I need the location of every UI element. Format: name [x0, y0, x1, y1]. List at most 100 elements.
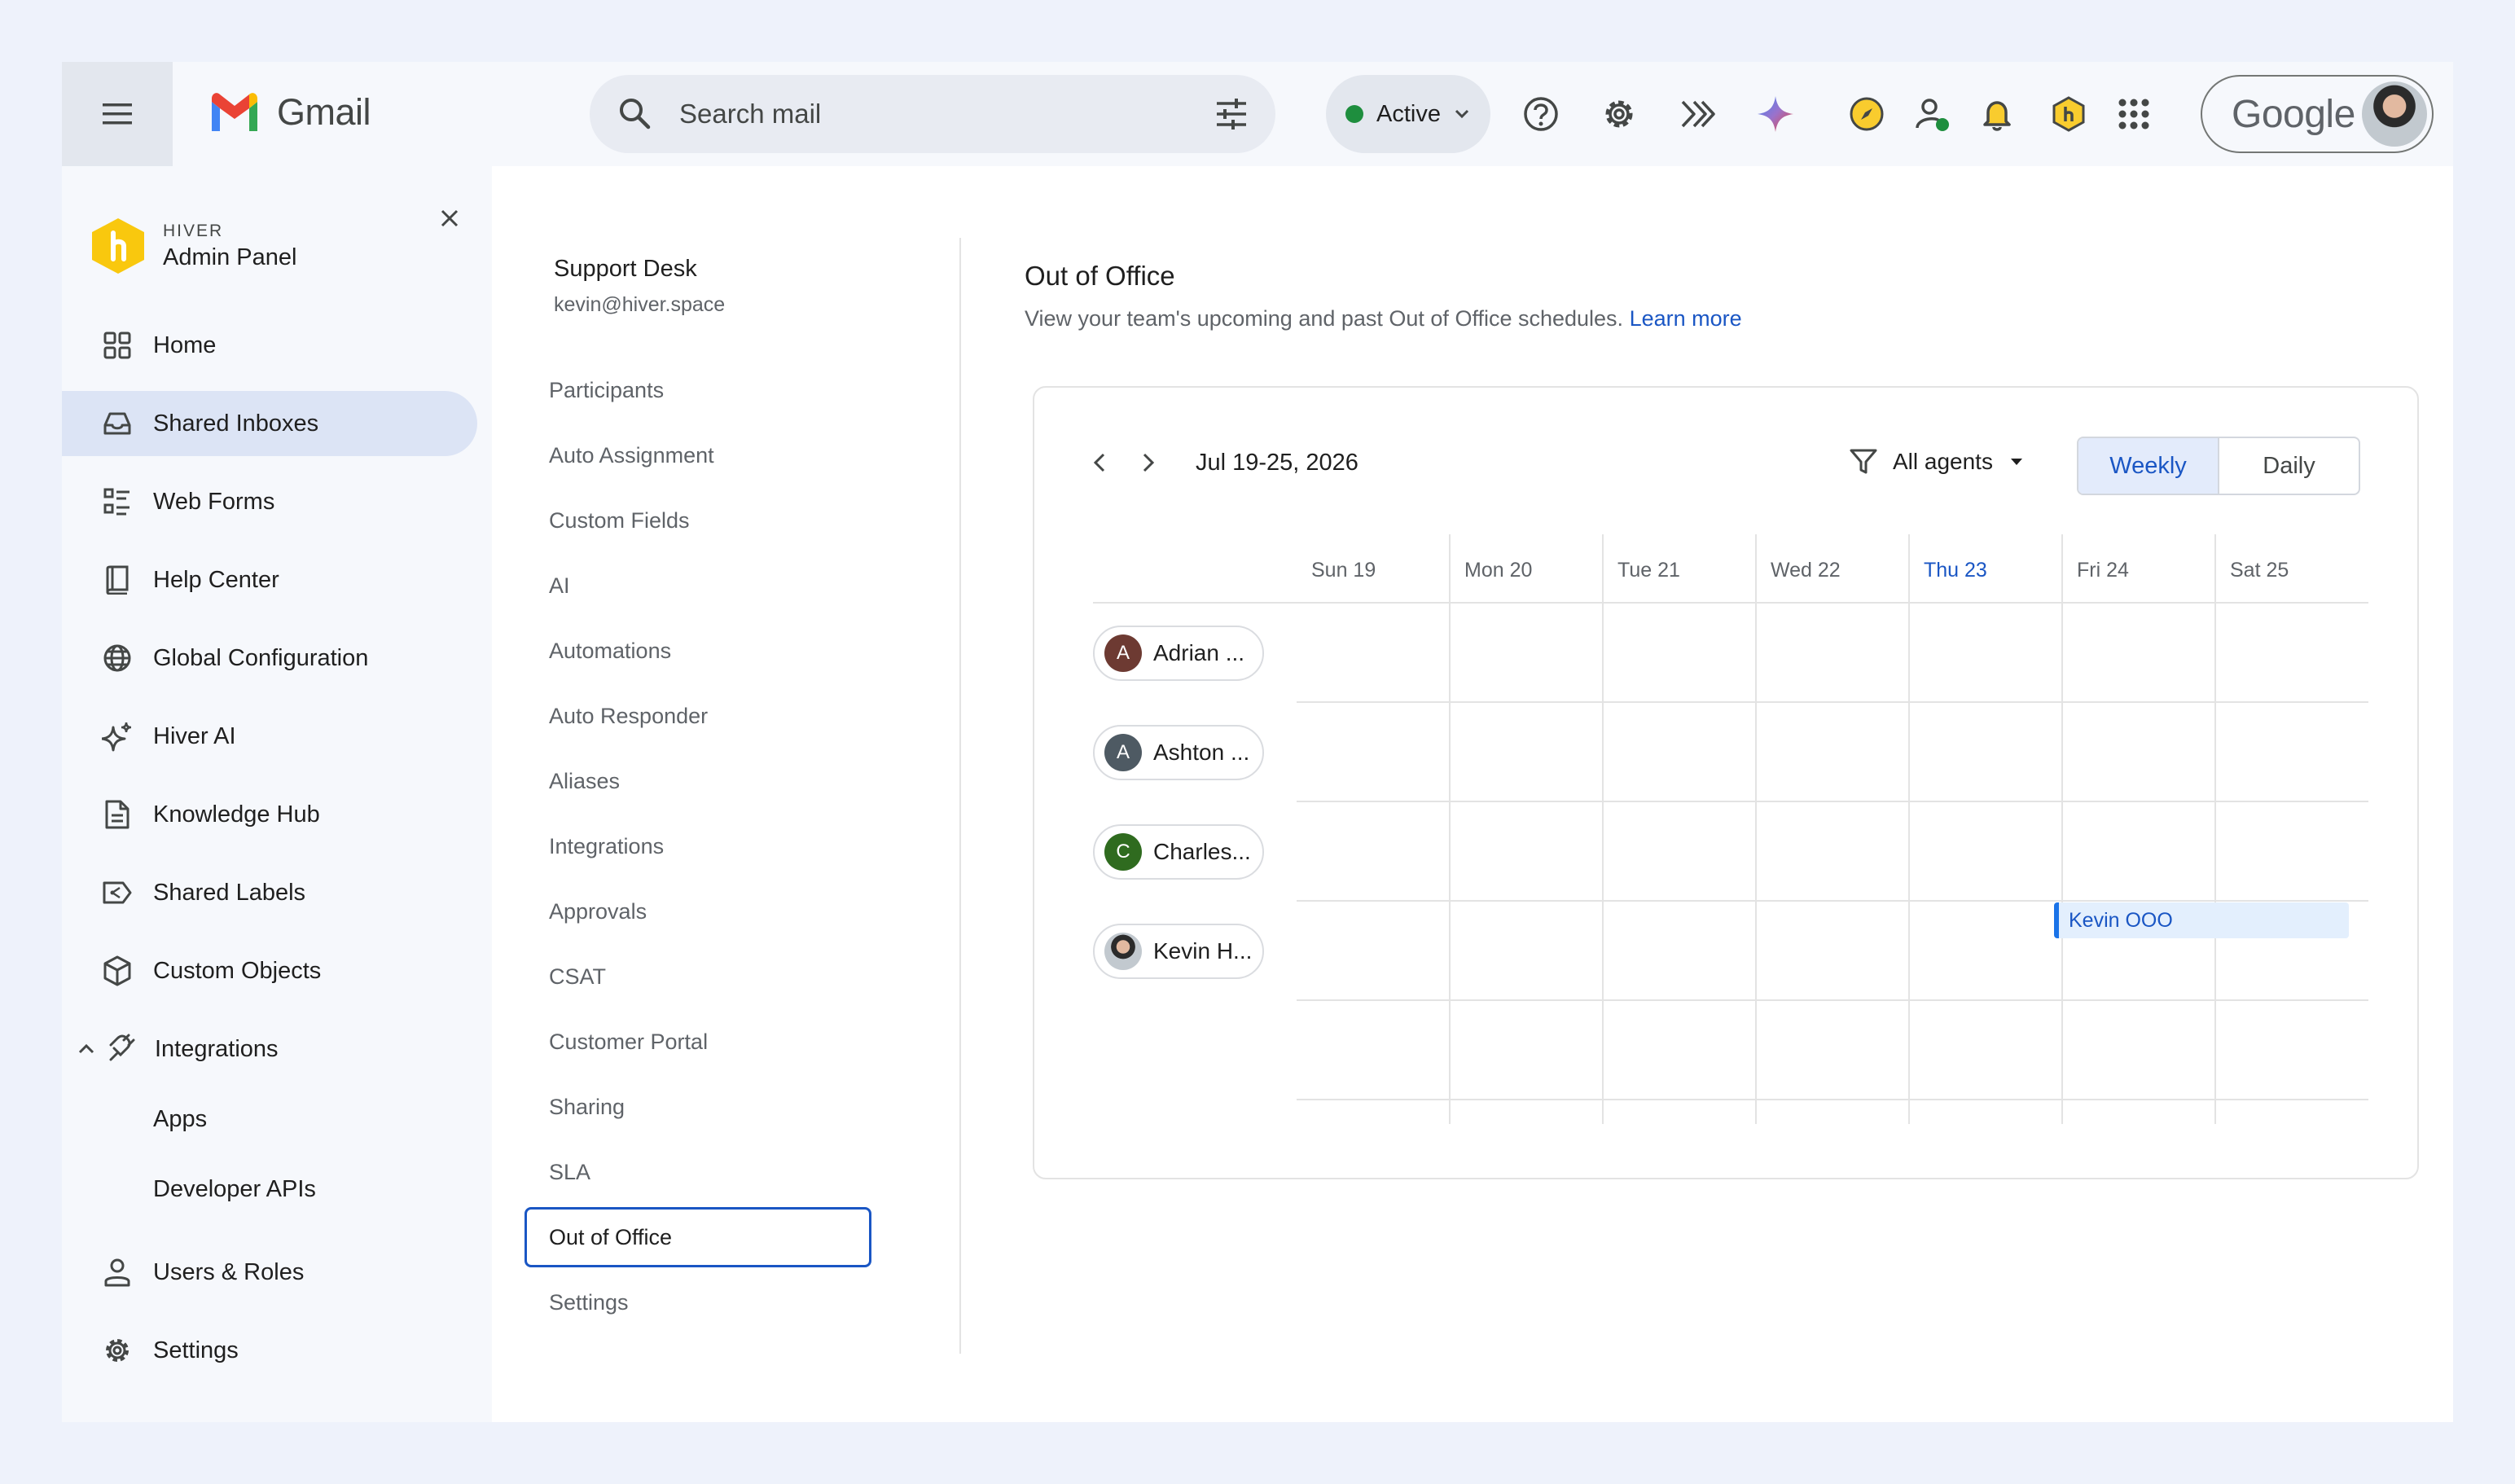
search-options-icon[interactable] — [1214, 96, 1249, 132]
sidebar-item-label: Users & Roles — [153, 1258, 305, 1285]
sidebar-item-integrations[interactable]: Integrations — [62, 1016, 477, 1082]
inbox-menu-sharing[interactable]: Sharing — [525, 1077, 871, 1137]
sidebar-item-global-configuration[interactable]: Global Configuration — [62, 626, 477, 691]
inbox-menu-participants[interactable]: Participants — [525, 360, 871, 420]
document-icon — [101, 798, 134, 831]
sidebar-item-help-center[interactable]: Help Center — [62, 547, 477, 612]
help-icon[interactable] — [1521, 94, 1560, 134]
agent-chip[interactable]: C Charles... — [1093, 824, 1264, 880]
sidebar-item-apps[interactable]: Apps — [62, 1087, 477, 1152]
sidebar-item-users-roles[interactable]: Users & Roles — [62, 1240, 477, 1305]
compass-icon[interactable] — [1847, 94, 1886, 134]
daily-view-button[interactable]: Daily — [2219, 438, 2359, 494]
learn-more-link[interactable]: Learn more — [1630, 306, 1742, 331]
day-header: Thu 23 — [1924, 559, 1987, 582]
weekly-view-button[interactable]: Weekly — [2078, 438, 2219, 494]
chevron-down-icon — [1455, 109, 1469, 119]
sidebar-item-custom-objects[interactable]: Custom Objects — [62, 938, 477, 1003]
gmail-logo[interactable]: Gmail — [208, 91, 371, 134]
close-icon — [441, 209, 459, 227]
agent-filter-dropdown[interactable]: All agents — [1849, 448, 2026, 476]
inbox-menu-sla[interactable]: SLA — [525, 1142, 871, 1202]
status-label: Active — [1376, 100, 1441, 127]
apps-grid-icon[interactable] — [2114, 94, 2153, 134]
search-icon[interactable] — [616, 94, 653, 132]
inbox-email: kevin@hiver.space — [554, 293, 726, 316]
gmail-m-icon — [212, 93, 257, 131]
google-wordmark: Google — [2232, 92, 2355, 136]
account-avatar[interactable] — [2362, 81, 2427, 147]
user-icon — [101, 1256, 134, 1289]
settings-gear-icon[interactable] — [1600, 94, 1639, 134]
section-divider — [959, 238, 961, 1354]
inbox-menu-integrations[interactable]: Integrations — [525, 816, 871, 876]
sidebar-item-shared-labels[interactable]: Shared Labels — [62, 860, 477, 925]
sidebar-item-label: Global Configuration — [153, 644, 369, 671]
view-toggle: Weekly Daily — [2077, 437, 2360, 495]
day-header: Sun 19 — [1311, 559, 1376, 582]
inbox-menu-csat[interactable]: CSAT — [525, 946, 871, 1007]
agent-chip[interactable]: A Ashton ... — [1093, 725, 1264, 780]
next-week-button[interactable] — [1134, 448, 1163, 477]
inbox-menu-out-of-office[interactable]: Out of Office — [525, 1207, 871, 1267]
sidebar-item-label: Custom Objects — [153, 957, 322, 984]
search-input[interactable]: Search mail — [679, 99, 821, 130]
inbox-menu-automations[interactable]: Automations — [525, 621, 871, 681]
panel-title: Admin Panel — [163, 244, 297, 270]
sidebar-item-shared-inboxes[interactable]: Shared Inboxes — [62, 391, 477, 456]
sidebar-item-label: Home — [153, 331, 217, 358]
calendar-grid — [1093, 534, 2368, 1124]
main-menu-button[interactable] — [62, 62, 173, 166]
sidebar-item-hiver-ai[interactable]: Hiver AI — [62, 704, 477, 769]
gmail-wordmark: Gmail — [277, 91, 371, 133]
sidebar-item-label: Help Center — [153, 566, 279, 593]
search-bar[interactable]: Search mail — [590, 75, 1275, 153]
hamburger-icon — [103, 103, 132, 125]
admin-main-panel: Support Desk kevin@hiver.space Participa… — [492, 166, 2453, 1422]
sidebar-item-label: Shared Inboxes — [153, 410, 319, 437]
agent-name: Charles... — [1153, 839, 1251, 864]
sidebar-item-home[interactable]: Home — [62, 313, 477, 378]
inbox-menu-settings[interactable]: Settings — [525, 1272, 871, 1333]
sidebar-item-knowledge-hub[interactable]: Knowledge Hub — [62, 782, 477, 847]
inbox-menu-auto-responder[interactable]: Auto Responder — [525, 686, 871, 746]
gear-icon — [101, 1334, 134, 1367]
plug-icon — [104, 1033, 137, 1065]
inbox-menu-customer-portal[interactable]: Customer Portal — [525, 1012, 871, 1072]
google-account-button[interactable]: Google — [2201, 75, 2434, 153]
inbox-menu-ai[interactable]: AI — [525, 555, 871, 616]
close-panel-button[interactable] — [435, 204, 464, 233]
inbox-menu-approvals[interactable]: Approvals — [525, 881, 871, 942]
sidebar-item-web-forms[interactable]: Web Forms — [62, 469, 477, 534]
inbox-menu-custom-fields[interactable]: Custom Fields — [525, 490, 871, 551]
inbox-icon — [101, 407, 134, 440]
label-icon — [101, 876, 134, 909]
inbox-menu-auto-assignment[interactable]: Auto Assignment — [525, 425, 871, 485]
status-dropdown[interactable]: Active — [1326, 75, 1490, 153]
agent-avatar: A — [1104, 634, 1142, 672]
agent-avatar — [1104, 933, 1142, 970]
hiver-admin-sidebar: HIVER Admin Panel Home Shared Inboxes We… — [62, 166, 492, 1422]
ooo-event[interactable]: Kevin OOO — [2054, 902, 2349, 938]
previous-week-button[interactable] — [1085, 448, 1114, 477]
hiver-connect-icon[interactable] — [1678, 94, 1717, 134]
agent-chip[interactable]: A Adrian ... — [1093, 626, 1264, 681]
hiver-extension-icon[interactable] — [2049, 94, 2088, 134]
agent-name: Kevin H... — [1153, 938, 1253, 964]
sidebar-item-label: Knowledge Hub — [153, 801, 320, 828]
page-description: View your team's upcoming and past Out o… — [1025, 306, 1742, 331]
page-title: Out of Office — [1025, 261, 1175, 291]
grid-icon — [101, 329, 134, 362]
agent-avatar: A — [1104, 734, 1142, 771]
sidebar-item-settings[interactable]: Settings — [62, 1318, 477, 1383]
inbox-menu-aliases[interactable]: Aliases — [525, 751, 871, 811]
agent-name: Ashton ... — [1153, 740, 1250, 765]
notifications-bell-icon[interactable] — [1977, 94, 2017, 134]
user-status-icon[interactable] — [1912, 94, 1951, 134]
agent-chip[interactable]: Kevin H... — [1093, 924, 1264, 979]
gemini-icon[interactable] — [1756, 94, 1795, 134]
caret-down-icon — [2010, 459, 2022, 465]
chevron-up-icon[interactable] — [75, 1038, 98, 1060]
sidebar-item-developer-apis[interactable]: Developer APIs — [62, 1157, 477, 1222]
sidebar-subitem-label: Apps — [153, 1105, 208, 1132]
